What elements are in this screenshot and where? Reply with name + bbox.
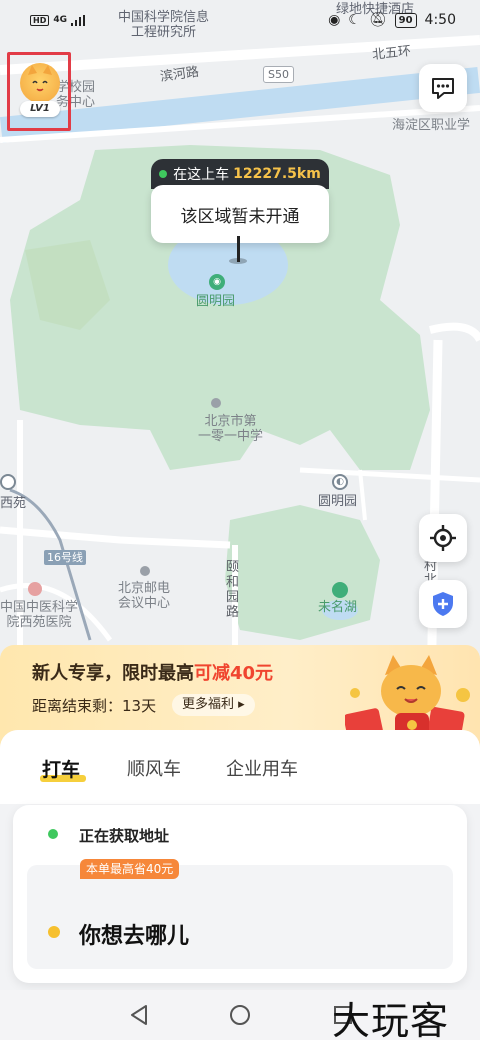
- tab-taxi[interactable]: 打车: [42, 755, 80, 782]
- origin-dot: [48, 829, 58, 839]
- map-label-school-101: 北京市第 一零一中学: [198, 414, 264, 444]
- more-benefits-button[interactable]: 更多福利 ▸: [172, 694, 255, 716]
- road-label-fifth-ring: 北五环: [371, 43, 412, 63]
- status-bar: HD 4G ◉ ☾ 🔕︎ 90 4:50: [0, 0, 480, 40]
- eye-icon: ◉: [328, 12, 341, 28]
- promo-title-highlight: 可减40元: [194, 663, 274, 684]
- route-card: 正在获取地址 本单最高省40元 你想去哪儿: [13, 805, 467, 983]
- conference-poi-icon: [140, 566, 150, 576]
- signal-icon: [71, 14, 85, 26]
- xiyuan-station-icon: [0, 474, 16, 490]
- map-label-vocational: 海淀区职业学: [392, 118, 471, 133]
- promo-remaining: 距离结束剩：13天: [32, 697, 157, 715]
- park-poi-icon: ◉: [209, 274, 225, 290]
- pickup-bubble[interactable]: 在这上车 12227.5km 该区域暂未开通: [151, 159, 329, 243]
- tab-business[interactable]: 企业用车: [226, 755, 298, 781]
- map-label-line16: 16号线: [44, 550, 86, 565]
- pickup-message-text: 该区域暂未开通: [180, 206, 300, 227]
- promo-title-prefix: 新人专享，限时最高: [32, 663, 194, 684]
- back-icon[interactable]: [126, 1002, 152, 1028]
- subway-station-icon: ◐: [332, 474, 348, 490]
- map-view[interactable]: 中国科学院信息 工程研究所 绿地快捷酒店 滨河路 S50 北五环 学校园 务中心…: [0, 0, 480, 740]
- clock: 4:50: [424, 12, 456, 28]
- safety-button[interactable]: [419, 580, 467, 628]
- chevron-right-icon: ▸: [234, 697, 245, 712]
- road-badge-s50: S50: [263, 66, 294, 83]
- hospital-poi-icon: [28, 582, 42, 596]
- tab-carpool[interactable]: 顺风车: [127, 755, 181, 781]
- user-avatar-button[interactable]: LV1: [7, 52, 71, 131]
- home-icon[interactable]: [227, 1002, 253, 1028]
- pickup-label: 在这上车: [173, 167, 230, 183]
- network-type: 4G: [53, 15, 67, 25]
- message-icon: [432, 78, 454, 99]
- map-label-yuanmingyuan-station: 圆明园: [318, 494, 358, 509]
- message-button[interactable]: [419, 64, 467, 112]
- shield-icon: [433, 592, 453, 616]
- map-label-weiming-lake: 未名湖: [318, 600, 358, 615]
- road-label-yiheyuan: 颐 和 园 路: [226, 560, 240, 620]
- school-poi-icon: [211, 398, 221, 408]
- map-label-hospital: 中国中医科学 院西苑医院: [0, 600, 79, 630]
- promo-title: 新人专享，限时最高可减40元: [32, 659, 273, 685]
- level-badge: LV1: [20, 101, 60, 117]
- destination-field[interactable]: [27, 865, 453, 969]
- hd-indicator: HD: [30, 14, 50, 26]
- lake-poi-icon: [332, 582, 348, 598]
- ride-bottom-sheet: 打车 顺风车 企业用车 正在获取地址 本单最高省40元 你想去哪儿: [0, 730, 480, 990]
- map-label-post-conference: 北京邮电 会议中心: [118, 581, 171, 611]
- map-label-xiyuan: 西苑: [0, 496, 27, 511]
- more-benefits-label: 更多福利: [182, 697, 235, 712]
- watermark-text: 大玩客: [332, 999, 450, 1040]
- battery-icon: 90: [394, 12, 417, 28]
- locate-icon: [430, 525, 456, 551]
- savings-tag: 本单最高省40元: [80, 859, 180, 879]
- bell-muted-icon: 🔕︎: [368, 12, 387, 28]
- location-pin: [237, 236, 240, 262]
- pickup-distance: 12227.5km: [233, 166, 321, 182]
- map-label-yuanmingyuan-park: 圆明园: [196, 294, 236, 309]
- pickup-message: 该区域暂未开通: [151, 185, 329, 243]
- locate-button[interactable]: [419, 514, 467, 562]
- destination-placeholder[interactable]: 你想去哪儿: [79, 918, 189, 950]
- avatar-cat-icon: [20, 63, 60, 103]
- origin-field[interactable]: 正在获取地址: [79, 825, 169, 846]
- destination-dot: [48, 926, 60, 938]
- service-tabs: 打车 顺风车 企业用车: [0, 730, 480, 804]
- moon-icon: ☾: [348, 12, 361, 28]
- pickup-status-dot: [159, 170, 168, 178]
